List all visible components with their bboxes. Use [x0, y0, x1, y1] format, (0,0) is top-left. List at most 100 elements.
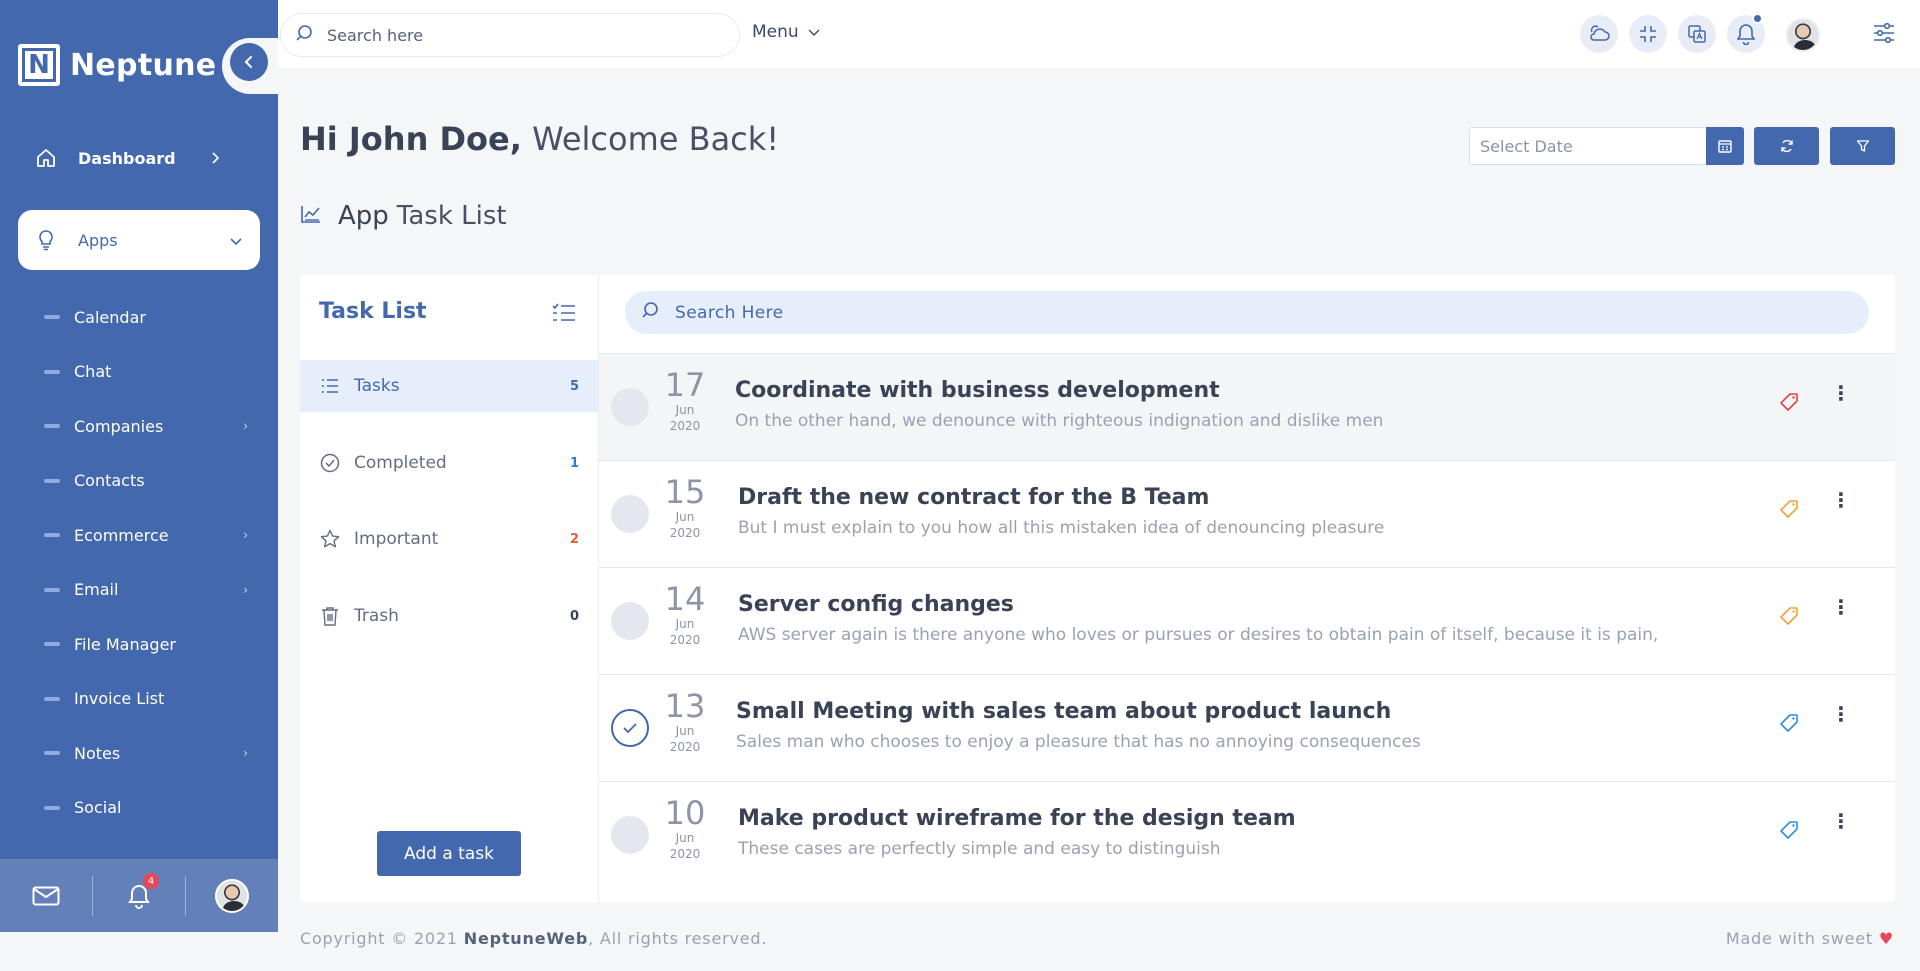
task-date: 15 Jun 2020: [663, 475, 707, 541]
sidebar-item-label: Companies: [74, 416, 164, 436]
user-menu-button[interactable]: [1786, 18, 1820, 52]
sidebar-item-dashboard[interactable]: Dashboard: [18, 128, 260, 188]
task-row[interactable]: 15 Jun 2020 Draft the new contract for t…: [599, 460, 1895, 567]
task-description: But I must explain to you how all this m…: [738, 518, 1385, 538]
sidebar-item-label: Calendar: [74, 307, 146, 327]
task-search-input[interactable]: Search Here: [625, 291, 1869, 334]
folder-important[interactable]: Important 2: [300, 513, 599, 565]
mail-button[interactable]: [0, 859, 92, 932]
bullet-dash: [44, 369, 60, 374]
sidebar-collapse-button[interactable]: [230, 43, 268, 81]
settings-button[interactable]: [1872, 22, 1896, 48]
fullscreen-toggle-button[interactable]: [1629, 15, 1667, 53]
section-title: App Task List: [300, 201, 507, 231]
refresh-button[interactable]: [1754, 127, 1819, 165]
filter-button[interactable]: [1830, 127, 1895, 165]
chart-icon: [300, 201, 322, 231]
task-description: On the other hand, we denounce with righ…: [735, 411, 1384, 431]
more-options-icon[interactable]: ⋮: [1831, 597, 1851, 617]
folder-label: Tasks: [354, 376, 400, 396]
filter-icon: [1856, 140, 1869, 152]
bullet-dash: [44, 696, 60, 701]
task-day: 14: [664, 580, 706, 618]
checklist-icon[interactable]: [552, 303, 576, 327]
task-row[interactable]: 14 Jun 2020 Server config changes AWS se…: [599, 567, 1895, 674]
date-picker-input[interactable]: Select Date: [1469, 127, 1707, 165]
folder-tasks[interactable]: Tasks 5: [300, 360, 599, 412]
folder-trash[interactable]: Trash 0: [300, 590, 599, 642]
language-button[interactable]: [1678, 15, 1716, 53]
search-input[interactable]: Search here: [280, 13, 740, 57]
apps-submenu: Calendar Chat Companies › Contacts Ecomme…: [0, 290, 278, 835]
heart-icon: ♥: [1878, 929, 1894, 948]
notifications-button[interactable]: [1727, 13, 1765, 53]
star-icon: [320, 529, 340, 549]
task-checkbox[interactable]: [611, 495, 649, 533]
folder-count: 2: [569, 531, 579, 547]
more-options-icon[interactable]: ⋮: [1831, 490, 1851, 510]
task-row[interactable]: 13 Jun 2020 Small Meeting with sales tea…: [599, 674, 1895, 781]
task-checkbox-checked[interactable]: [611, 709, 649, 747]
tag-icon[interactable]: [1779, 499, 1799, 523]
sidebar-item-notes[interactable]: Notes ›: [0, 726, 278, 781]
sidebar-item-file-manager[interactable]: File Manager: [0, 617, 278, 672]
task-date: 14 Jun 2020: [663, 582, 707, 648]
notch-decor: [260, 0, 278, 40]
folder-label: Trash: [354, 606, 399, 626]
sidebar-item-social[interactable]: Social: [0, 781, 278, 836]
made-with-text: Made with sweet: [1725, 929, 1873, 948]
sidebar-item-apps[interactable]: Apps: [18, 210, 260, 270]
tag-icon[interactable]: [1779, 606, 1799, 630]
task-row[interactable]: 17 Jun 2020 Coordinate with business dev…: [599, 353, 1895, 460]
profile-button[interactable]: [186, 859, 278, 932]
sidebar-item-contacts[interactable]: Contacts: [0, 454, 278, 509]
chevron-down-icon: [808, 29, 820, 36]
sidebar-item-label: Chat: [74, 362, 112, 382]
task-year: 2020: [669, 526, 701, 540]
menu-label: Menu: [752, 22, 799, 42]
footer-company-link[interactable]: NeptuneWeb: [464, 929, 588, 948]
weather-button[interactable]: [1580, 15, 1618, 53]
chevron-right-icon: ›: [243, 746, 248, 761]
tag-icon[interactable]: [1779, 713, 1799, 737]
search-placeholder: Search Here: [675, 302, 784, 323]
folder-count: 1: [569, 455, 579, 471]
greeting-text: Welcome Back!: [532, 120, 780, 158]
folder-count: 5: [569, 378, 579, 394]
task-title: Coordinate with business development: [735, 378, 1220, 403]
sidebar-item-invoice-list[interactable]: Invoice List: [0, 672, 278, 727]
folder-completed[interactable]: Completed 1: [300, 437, 599, 489]
more-options-icon[interactable]: ⋮: [1831, 811, 1851, 831]
task-checkbox[interactable]: [611, 388, 649, 426]
sidebar-item-ecommerce[interactable]: Ecommerce ›: [0, 508, 278, 563]
sidebar-item-companies[interactable]: Companies ›: [0, 399, 278, 454]
sidebar-item-calendar[interactable]: Calendar: [0, 290, 278, 345]
tag-icon[interactable]: [1779, 392, 1799, 416]
chevron-right-icon: ›: [243, 419, 248, 434]
menu-dropdown[interactable]: Menu: [752, 22, 820, 42]
topbar: Search here Menu: [278, 0, 1920, 69]
tag-icon[interactable]: [1779, 820, 1799, 844]
task-year: 2020: [669, 847, 701, 861]
sidebar-footer: 4: [0, 859, 278, 932]
task-row[interactable]: 10 Jun 2020 Make product wireframe for t…: [599, 781, 1895, 888]
task-month: Jun: [675, 510, 695, 524]
home-icon: [34, 146, 58, 170]
sidebar-item-label: File Manager: [74, 634, 176, 654]
logo[interactable]: N Neptune: [18, 44, 216, 86]
task-date: 10 Jun 2020: [663, 796, 707, 862]
calendar-button[interactable]: [1706, 127, 1744, 165]
weather-icon: [1590, 25, 1610, 41]
bullet-dash: [44, 533, 60, 538]
more-options-icon[interactable]: ⋮: [1831, 383, 1851, 403]
add-task-button[interactable]: Add a task: [377, 831, 521, 876]
sidebar-item-chat[interactable]: Chat: [0, 345, 278, 400]
sidebar-item-email[interactable]: Email ›: [0, 563, 278, 618]
more-options-icon[interactable]: ⋮: [1831, 704, 1851, 724]
sidebar-item-label: Dashboard: [78, 148, 176, 168]
task-checkbox[interactable]: [611, 816, 649, 854]
bullet-dash: [44, 642, 60, 647]
task-checkbox[interactable]: [611, 602, 649, 640]
avatar: [1786, 18, 1820, 52]
notifications-button[interactable]: 4: [93, 859, 185, 932]
